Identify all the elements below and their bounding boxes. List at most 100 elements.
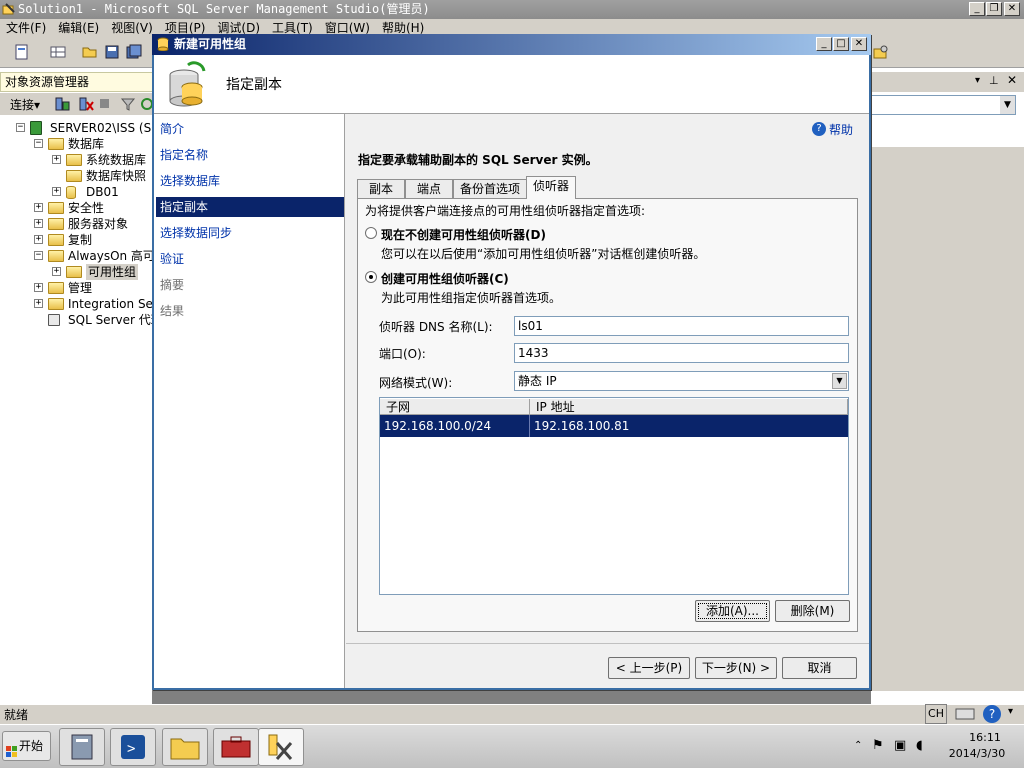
dialog-close-button[interactable]: ✕	[851, 37, 867, 51]
next-button[interactable]: 下一步(N) >	[695, 657, 777, 679]
folder-icon	[48, 218, 64, 230]
tree-node-label: Integration Se	[68, 297, 153, 311]
grid-icon[interactable]	[50, 44, 66, 60]
options-icon[interactable]: ▾	[1008, 706, 1020, 722]
right-panel-combo[interactable]: ▼	[871, 95, 1016, 115]
tree-node[interactable]: + 可用性组	[0, 264, 153, 280]
tray-expand-icon[interactable]: ⌃	[854, 740, 862, 751]
disconnect-server-icon[interactable]	[78, 96, 94, 112]
folder-icon	[48, 250, 64, 262]
dialog-maximize-button[interactable]: □	[833, 37, 849, 51]
radio-no-create-listener[interactable]	[365, 227, 377, 239]
dialog-minimize-button[interactable]: _	[816, 37, 832, 51]
connect-server-icon[interactable]	[54, 96, 70, 112]
tree-node[interactable]: − AlwaysOn 高可用	[0, 248, 153, 264]
port-input[interactable]: 1433	[514, 343, 849, 363]
new-query-icon[interactable]	[14, 44, 30, 60]
tree-node[interactable]: − 数据库	[0, 136, 153, 152]
expand-icon[interactable]: +	[34, 283, 43, 292]
table-row[interactable]: 192.168.100.0/24 192.168.100.81	[380, 415, 848, 437]
network-mode-select[interactable]: 静态 IP ▼	[514, 371, 849, 391]
option-create-label[interactable]: 创建可用性组侦听器(C)	[381, 270, 509, 287]
cell-subnet: 192.168.100.0/24	[380, 415, 530, 437]
menu-file[interactable]: 文件(F)	[0, 19, 52, 38]
keyboard-icon[interactable]	[955, 706, 975, 722]
database-icon	[66, 186, 76, 199]
tree-node[interactable]: SQL Server 代理	[0, 312, 153, 328]
taskbar-ssms[interactable]	[258, 728, 304, 766]
stop-icon[interactable]	[100, 99, 109, 108]
tree-node[interactable]: + Integration Se	[0, 296, 153, 312]
object-explorer-title: 对象资源管理器	[5, 75, 90, 89]
taskbar-server-manager[interactable]	[59, 728, 105, 766]
save-icon[interactable]	[104, 44, 120, 60]
menu-edit[interactable]: 编辑(E)	[52, 19, 105, 38]
help-link[interactable]: 帮助	[829, 121, 853, 138]
tree-node-label: 系统数据库	[86, 153, 147, 167]
expand-icon[interactable]: +	[34, 235, 43, 244]
panel-menu-icon[interactable]: ▾	[975, 75, 980, 86]
tree-node[interactable]: + 管理	[0, 280, 153, 296]
expand-icon[interactable]: +	[34, 299, 43, 308]
collapse-icon[interactable]: −	[16, 123, 25, 132]
expand-icon[interactable]: +	[34, 203, 43, 212]
tab-backup-preferences[interactable]: 备份首选项	[453, 179, 527, 198]
tab-endpoints[interactable]: 端点	[405, 179, 453, 198]
language-indicator[interactable]: CH	[925, 704, 947, 724]
expand-icon[interactable]: +	[52, 155, 61, 164]
tab-replicas[interactable]: 副本	[357, 179, 405, 198]
help-icon[interactable]: ?	[812, 122, 826, 136]
tree-node[interactable]: 数据库快照	[0, 168, 153, 184]
volume-icon[interactable]: ◖	[916, 738, 923, 753]
expand-icon[interactable]: +	[52, 267, 61, 276]
start-button[interactable]: 开始	[2, 731, 51, 761]
close-button[interactable]: ✕	[1004, 2, 1020, 16]
taskbar-explorer[interactable]	[162, 728, 208, 766]
tree-node[interactable]: + 系统数据库	[0, 152, 153, 168]
pin-icon[interactable]: ⊥	[989, 74, 999, 87]
server-icon	[30, 121, 42, 135]
grid-header-subnet[interactable]: 子网	[380, 399, 530, 415]
chevron-down-icon[interactable]: ▼	[1000, 96, 1015, 114]
network-icon[interactable]: ▣	[894, 738, 906, 753]
save-all-icon[interactable]	[126, 44, 142, 60]
expand-icon[interactable]: +	[52, 187, 61, 196]
nav-item[interactable]: 指定名称	[156, 145, 344, 165]
filter-icon[interactable]	[120, 96, 136, 112]
taskbar-powershell[interactable]: >	[110, 728, 156, 766]
tree-node[interactable]: + 安全性	[0, 200, 153, 216]
minimize-button[interactable]: _	[969, 2, 985, 16]
tree-node[interactable]: + DB01	[0, 184, 153, 200]
tree-node[interactable]: + 服务器对象	[0, 216, 153, 232]
help-icon[interactable]: ?	[983, 705, 1001, 723]
flag-icon[interactable]: ⚑	[872, 738, 884, 753]
collapse-icon[interactable]: −	[34, 139, 43, 148]
panel-close-icon[interactable]: ✕	[1007, 73, 1017, 87]
properties-icon[interactable]	[873, 44, 889, 60]
tree-node[interactable]: + 复制	[0, 232, 153, 248]
chevron-down-icon[interactable]: ▼	[832, 373, 847, 389]
connect-dropdown[interactable]: 连接▾	[10, 96, 40, 113]
tree-node[interactable]: − SERVER02\ISS (SQL	[0, 120, 153, 136]
collapse-icon[interactable]: −	[34, 251, 43, 260]
radio-create-listener[interactable]	[365, 271, 377, 283]
option-no-create-label[interactable]: 现在不创建可用性组侦听器(D)	[381, 226, 546, 243]
nav-item[interactable]: 选择数据同步	[156, 223, 344, 243]
open-folder-icon[interactable]	[82, 44, 98, 60]
nav-item[interactable]: 验证	[156, 249, 344, 269]
expand-icon[interactable]: +	[34, 219, 43, 228]
nav-item[interactable]: 选择数据库	[156, 171, 344, 191]
add-button[interactable]: 添加(A)...	[695, 600, 770, 622]
dns-name-input[interactable]: ls01	[514, 316, 849, 336]
remove-button[interactable]: 删除(M)	[775, 600, 850, 622]
nav-item[interactable]: 指定副本	[156, 197, 344, 217]
taskbar-toolbox[interactable]	[213, 728, 259, 766]
restore-button[interactable]: ❐	[986, 2, 1002, 16]
tab-listener[interactable]: 侦听器	[526, 176, 576, 199]
previous-button[interactable]: < 上一步(P)	[608, 657, 690, 679]
menu-view[interactable]: 视图(V)	[105, 19, 159, 38]
grid-header-ip[interactable]: IP 地址	[530, 399, 848, 415]
cancel-button[interactable]: 取消	[782, 657, 857, 679]
nav-item[interactable]: 简介	[156, 119, 344, 139]
dialog-title: 新建可用性组	[174, 37, 247, 51]
